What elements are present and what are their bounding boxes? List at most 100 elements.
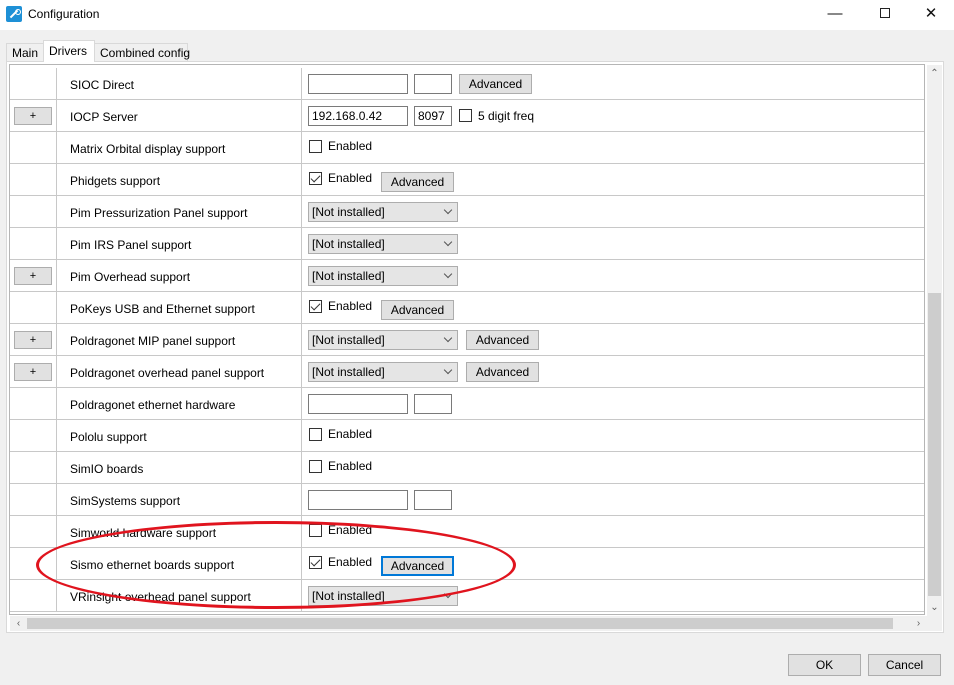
driver-name-cell: Pim Overhead support <box>57 260 302 291</box>
chevron-down-icon <box>443 589 453 599</box>
advanced-button[interactable]: Advanced <box>381 172 454 192</box>
driver-settings-cell: Enabled <box>302 516 924 547</box>
select-value: [Not installed] <box>312 269 385 283</box>
scroll-down-icon[interactable]: ⌄ <box>927 599 942 616</box>
driver-name: Matrix Orbital display support <box>70 142 226 156</box>
driver-name-cell: Simworld hardware support <box>57 516 302 547</box>
drivers-grid: SIOC Direct Advanced + IOCP Server 192.168.0… <box>9 64 925 615</box>
installation-select[interactable]: [Not installed] <box>308 586 458 606</box>
installation-select[interactable]: [Not installed] <box>308 330 458 350</box>
address-field[interactable] <box>308 74 408 94</box>
expand-button[interactable]: + <box>14 363 52 381</box>
installation-select[interactable]: [Not installed] <box>308 202 458 222</box>
installation-select[interactable]: [Not installed] <box>308 266 458 286</box>
port-field[interactable]: 8097 <box>414 106 452 126</box>
select-value: [Not installed] <box>312 365 385 379</box>
vertical-scrollbar[interactable]: ⌃ ⌄ <box>927 65 942 616</box>
driver-name-cell: SIOC Direct <box>57 68 302 99</box>
enabled-checkbox[interactable] <box>309 140 322 153</box>
driver-row: Pololu support Enabled <box>10 420 924 452</box>
port-field[interactable] <box>414 394 452 414</box>
expand-cell: + <box>10 356 57 387</box>
scroll-right-icon[interactable]: › <box>910 616 927 631</box>
advanced-button[interactable]: Advanced <box>381 556 454 576</box>
cancel-button[interactable]: Cancel <box>868 654 941 676</box>
driver-settings-cell: [Not installed] Advanced <box>302 324 924 355</box>
tab-combined-config[interactable]: Combined config <box>94 43 190 62</box>
scroll-up-icon[interactable]: ⌃ <box>927 65 942 82</box>
address-field[interactable] <box>308 394 408 414</box>
driver-row: PoKeys USB and Ethernet support Enabled Ad… <box>10 292 924 324</box>
expand-cell: + <box>10 260 57 291</box>
driver-name-cell: Poldragonet MIP panel support <box>57 324 302 355</box>
driver-settings-cell: Enabled Advanced <box>302 292 924 323</box>
scroll-left-icon[interactable]: ‹ <box>10 616 27 631</box>
enabled-checkbox[interactable] <box>309 556 322 569</box>
advanced-button[interactable]: Advanced <box>466 362 539 382</box>
expand-cell <box>10 132 57 163</box>
close-button[interactable]: ✕ <box>908 0 954 30</box>
minimize-button[interactable]: — <box>812 0 858 30</box>
driver-settings-cell: [Not installed] <box>302 580 924 611</box>
enabled-checkbox[interactable] <box>309 428 322 441</box>
enabled-label: Enabled <box>328 139 373 153</box>
advanced-button[interactable]: Advanced <box>459 74 532 94</box>
driver-name: SimIO boards <box>70 462 144 476</box>
expand-cell: + <box>10 324 57 355</box>
driver-settings-cell <box>302 388 924 419</box>
scroll-corner <box>927 616 942 631</box>
expand-cell <box>10 420 57 451</box>
maximize-button[interactable] <box>862 0 908 30</box>
driver-row: VRinsight overhead panel support [Not ins… <box>10 580 924 612</box>
horizontal-scrollbar[interactable]: ‹ › <box>10 616 927 631</box>
tab-drivers[interactable]: Drivers <box>43 40 95 62</box>
select-value: [Not installed] <box>312 205 385 219</box>
vertical-scroll-thumb[interactable] <box>928 293 941 596</box>
enabled-checkbox[interactable] <box>309 460 322 473</box>
driver-name-cell: Poldragonet overhead panel support <box>57 356 302 387</box>
horizontal-scroll-thumb[interactable] <box>27 618 893 629</box>
driver-settings-cell: Advanced <box>302 68 924 99</box>
address-field[interactable]: 192.168.0.42 <box>308 106 408 126</box>
advanced-button[interactable]: Advanced <box>381 300 454 320</box>
driver-name-cell: Sismo ethernet boards support <box>57 548 302 579</box>
expand-cell <box>10 580 57 611</box>
select-value: [Not installed] <box>312 589 385 603</box>
enabled-checkbox[interactable] <box>309 524 322 537</box>
driver-row: Pim IRS Panel support [Not installed] <box>10 228 924 260</box>
driver-settings-cell: [Not installed] <box>302 228 924 259</box>
driver-settings-cell: Enabled Advanced <box>302 164 924 195</box>
driver-settings-cell <box>302 484 924 515</box>
port-field[interactable] <box>414 74 452 94</box>
expand-button[interactable]: + <box>14 107 52 125</box>
driver-name: PoKeys USB and Ethernet support <box>70 302 255 316</box>
expand-cell: + <box>10 100 57 131</box>
expand-button[interactable]: + <box>14 267 52 285</box>
chevron-down-icon <box>443 365 453 375</box>
enabled-checkbox[interactable] <box>309 300 322 313</box>
installation-select[interactable]: [Not installed] <box>308 362 458 382</box>
driver-row: Poldragonet ethernet hardware <box>10 388 924 420</box>
chevron-down-icon <box>443 237 453 247</box>
expand-cell <box>10 196 57 227</box>
expand-cell <box>10 68 57 99</box>
select-value: [Not installed] <box>312 237 385 251</box>
tab-main[interactable]: Main <box>6 43 44 62</box>
driver-name-cell: VRinsight overhead panel support <box>57 580 302 611</box>
maximize-icon <box>880 7 890 18</box>
installation-select[interactable]: [Not installed] <box>308 234 458 254</box>
driver-row: + Poldragonet overhead panel support [Not … <box>10 356 924 388</box>
enabled-label: Enabled <box>328 299 373 313</box>
address-field[interactable] <box>308 490 408 510</box>
select-value: [Not installed] <box>312 333 385 347</box>
driver-settings-cell: [Not installed] <box>302 260 924 291</box>
ok-button[interactable]: OK <box>788 654 861 676</box>
advanced-button[interactable]: Advanced <box>466 330 539 350</box>
port-field[interactable] <box>414 490 452 510</box>
driver-row: SimSystems support <box>10 484 924 516</box>
expand-button[interactable]: + <box>14 331 52 349</box>
five-digit-freq-checkbox[interactable] <box>459 109 472 122</box>
driver-settings-cell: Enabled <box>302 420 924 451</box>
enabled-checkbox[interactable] <box>309 172 322 185</box>
enabled-label: Enabled <box>328 427 373 441</box>
